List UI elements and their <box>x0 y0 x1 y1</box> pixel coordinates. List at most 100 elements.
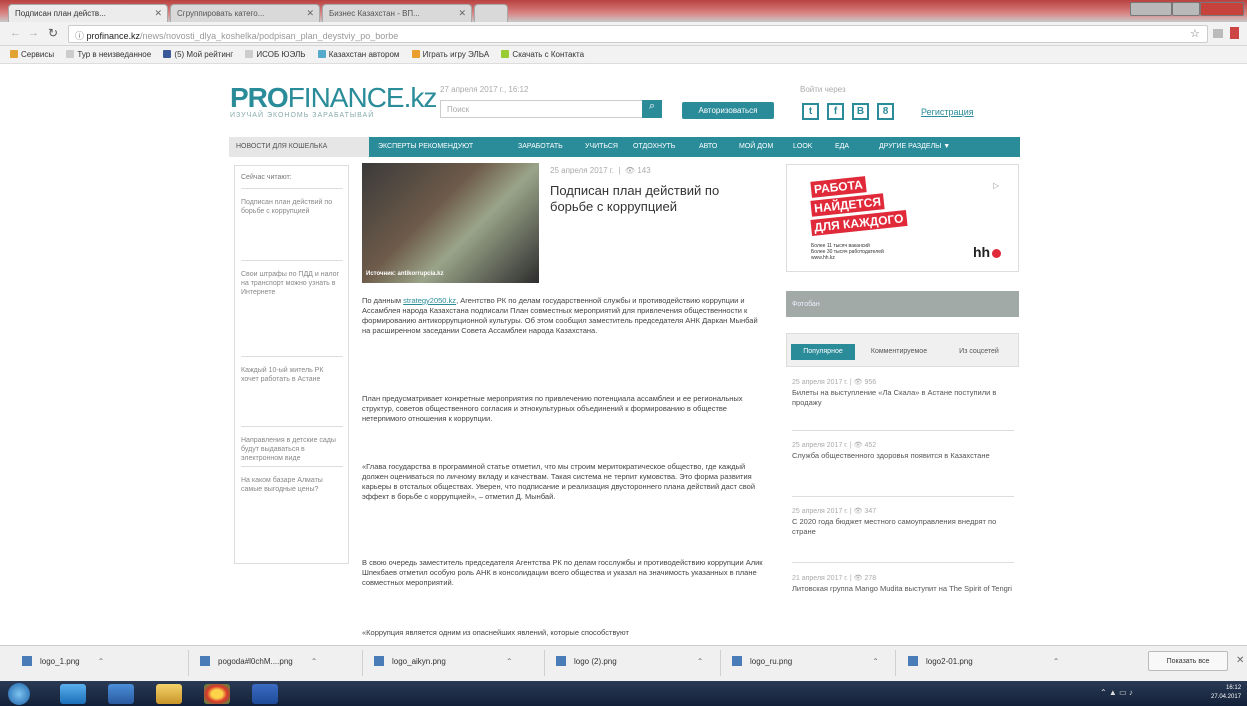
nav-item-look[interactable]: LOOK <box>793 137 812 157</box>
download-item[interactable]: logo_ru.png ⌃ <box>732 656 879 666</box>
chevron-up-icon[interactable]: ⌃ <box>98 657 105 666</box>
url-input[interactable]: ⓘ profinance.kz/news/novosti_dlya_koshel… <box>68 25 1208 43</box>
current-datetime: 27 апреля 2017 г., 16:12 <box>440 85 529 94</box>
odnoklassniki-icon[interactable]: 8 <box>877 103 894 120</box>
source-link[interactable]: strategy2050.kz <box>403 296 456 305</box>
download-item[interactable]: logo (2).png ⌃ <box>556 656 703 666</box>
facebook-icon[interactable]: f <box>827 103 844 120</box>
hh-advertisement[interactable]: РАБОТА НАЙДЕТСЯ ДЛЯ КАЖДОГО Более 11 тыс… <box>786 164 1019 272</box>
tab-social[interactable]: Из соцсетей <box>943 344 1015 360</box>
bookmark[interactable]: Скачать с Контакта <box>501 50 584 59</box>
show-all-downloads-button[interactable]: Показать все <box>1148 651 1228 671</box>
nav-item-learn[interactable]: УЧИТЬСЯ <box>585 137 618 157</box>
now-reading-item[interactable]: Каждый 10-ый житель РК хочет работать в … <box>241 366 343 384</box>
reload-icon[interactable]: ↻ <box>48 26 58 40</box>
download-item[interactable]: logo_1.png ⌃ <box>22 656 104 666</box>
search-button[interactable]: ⌕ <box>642 100 662 118</box>
chevron-up-icon[interactable]: ⌃ <box>506 657 513 666</box>
chevron-up-icon[interactable]: ⌃ <box>311 657 318 666</box>
close-icon[interactable]: ✕ <box>458 8 466 19</box>
now-reading-item[interactable]: Направления в детские сады будут выдават… <box>241 436 343 463</box>
vkontakte-icon[interactable]: B <box>852 103 869 120</box>
now-reading-item[interactable]: Подписан план действий по борьбе с корру… <box>241 198 343 216</box>
nav-item-auto[interactable]: АВТО <box>699 137 717 157</box>
start-button[interactable] <box>8 683 30 705</box>
new-tab-button[interactable] <box>474 4 508 22</box>
hh-logo-dot <box>992 249 1001 258</box>
close-icon[interactable]: ✕ <box>154 8 162 19</box>
close-window-button[interactable] <box>1200 2 1244 16</box>
divider <box>241 426 343 427</box>
now-reading-item[interactable]: Свои штрафы по ПДД и налог на транспорт … <box>241 270 343 297</box>
system-tray[interactable]: ⌃ ▲ ▭ ♪ <box>1100 688 1133 697</box>
photobank-header[interactable]: Фотобан <box>786 291 1019 317</box>
search-icon: ⌕ <box>648 100 656 112</box>
nav-item-other[interactable]: ДРУГИЕ РАЗДЕЛЫ ▼ <box>879 137 950 157</box>
maximize-button[interactable] <box>1172 2 1200 16</box>
tab-commented[interactable]: Комментируемое <box>857 344 941 360</box>
bookmark[interactable]: Тур в неизведанное <box>66 50 151 59</box>
download-item[interactable]: pogoda#l0chM....png ⌃ <box>200 656 317 666</box>
image-file-icon <box>374 656 384 666</box>
browser-tab-active[interactable]: Подписан план действ... ✕ <box>8 4 168 22</box>
nav-item-rest[interactable]: ОТДОХНУТЬ <box>633 137 675 157</box>
ad-text: Более 11 тысяч вакансий Более 30 тысяч р… <box>811 243 884 261</box>
nav-item-earn[interactable]: ЗАРАБОТАТЬ <box>518 137 563 157</box>
back-icon[interactable]: ← <box>10 27 21 39</box>
star-icon[interactable]: ☆ <box>1190 27 1200 40</box>
minimize-button[interactable] <box>1130 2 1172 16</box>
close-icon[interactable]: ✕ <box>306 8 314 19</box>
download-icon <box>501 50 510 58</box>
browser-tab[interactable]: Бизнес Казахстан - ВП... ✕ <box>322 4 472 22</box>
article-views: 143 <box>637 166 651 175</box>
bookmark[interactable]: Казахстан автором <box>317 50 399 59</box>
taskbar-clock[interactable]: 16:12 27.04.2017 <box>1211 684 1241 702</box>
facebook-icon <box>163 50 172 58</box>
article-paragraph: В свою очередь заместитель председателя … <box>362 558 763 587</box>
internet-explorer-icon[interactable] <box>60 684 86 704</box>
popular-item[interactable]: 21 апреля 2017 г. | 👁 278 Литовская групп… <box>792 574 1014 594</box>
popular-item[interactable]: 25 апреля 2017 г. | 👁 956 Билеты на высту… <box>792 378 1014 408</box>
article-paragraph: План предусматривает конкретные мероприя… <box>362 394 743 423</box>
nav-item-food[interactable]: ЕДА <box>835 137 849 157</box>
chevron-up-icon[interactable]: ⌃ <box>872 657 879 666</box>
eye-icon: 👁 <box>853 508 863 515</box>
extension-icon[interactable] <box>1230 27 1239 39</box>
download-item[interactable]: logo_aikyn.png ⌃ <box>374 656 513 666</box>
file-explorer-icon[interactable] <box>156 684 182 704</box>
bookmark[interactable]: ИСОБ ЮЭЛЬ <box>245 50 306 59</box>
article-paragraph: «Коррупция является одним из опаснейших … <box>362 628 629 637</box>
nav-item-home[interactable]: МОЙ ДОМ <box>739 137 773 157</box>
main-nav: НОВОСТИ ДЛЯ КОШЕЛЬКА ЭКСПЕРТЫ РЕКОМЕНДУЮ… <box>229 137 1020 157</box>
login-button[interactable]: Авторизоваться <box>682 102 774 119</box>
site-logo[interactable]: PROFINANCE.kz <box>230 82 437 114</box>
bookmark[interactable]: (5) Мой рейтинг <box>163 50 233 59</box>
download-item[interactable]: logo2-01.png ⌃ <box>908 656 1059 666</box>
close-icon[interactable]: ✕ <box>1236 655 1244 666</box>
chevron-up-icon[interactable]: ⌃ <box>697 657 704 666</box>
chrome-icon[interactable] <box>204 684 230 704</box>
chevron-up-icon[interactable]: ⌃ <box>1053 657 1060 666</box>
word-icon[interactable] <box>252 684 278 704</box>
now-reading-sidebar: Сейчас читают: Подписан план действий по… <box>234 165 349 564</box>
popular-item[interactable]: 25 апреля 2017 г. | 👁 347 С 2020 года бюд… <box>792 507 1014 537</box>
nav-item-news[interactable]: НОВОСТИ ДЛЯ КОШЕЛЬКА <box>229 137 369 157</box>
media-player-icon[interactable] <box>108 684 134 704</box>
nav-item-experts[interactable]: ЭКСПЕРТЫ РЕКОМЕНДУЮТ <box>378 137 473 157</box>
image-file-icon <box>22 656 32 666</box>
bookmark[interactable]: Играть игру ЭЛЬА <box>411 50 489 59</box>
popular-item[interactable]: 25 апреля 2017 г. | 👁 452 Служба обществе… <box>792 441 1014 461</box>
search-input[interactable]: Поиск <box>440 100 662 118</box>
register-link[interactable]: Регистрация <box>921 107 974 117</box>
url-path: /news/novosti_dlya_koshelka/podpisan_pla… <box>140 31 399 41</box>
extension-icon[interactable] <box>1213 29 1223 38</box>
tab-title: Бизнес Казахстан - ВП... <box>329 9 420 18</box>
bookmark[interactable]: Сервисы <box>10 50 54 59</box>
divider <box>241 188 343 189</box>
ad-info-icon[interactable]: ▷ <box>993 181 999 190</box>
tab-popular[interactable]: Популярное <box>791 344 855 360</box>
now-reading-item[interactable]: На каком базаре Алматы самые выгодные це… <box>241 476 343 494</box>
forward-icon[interactable]: → <box>28 27 39 39</box>
twitter-icon[interactable]: t <box>802 103 819 120</box>
browser-tab[interactable]: Сгруппировать катего... ✕ <box>170 4 320 22</box>
